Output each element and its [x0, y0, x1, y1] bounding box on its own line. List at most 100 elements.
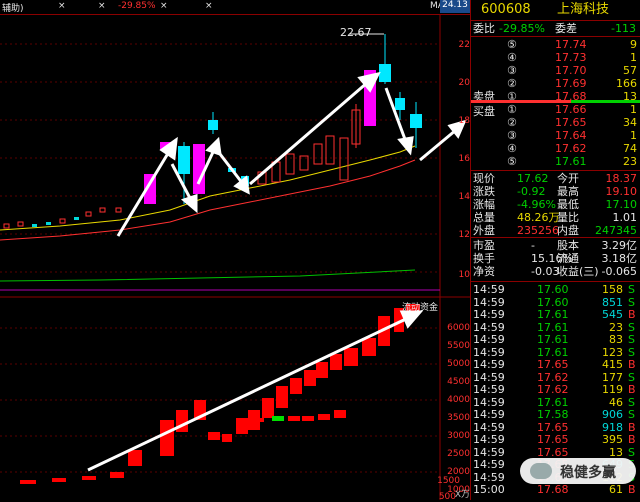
level-volume: 1	[630, 51, 637, 64]
high-price-label: 22.67	[340, 26, 372, 39]
level-price: 17.66	[555, 103, 587, 116]
stat-label: 内盘	[557, 224, 579, 237]
level-price: 17.73	[555, 51, 587, 64]
stat-label: 涨幅	[473, 198, 495, 211]
tick-side: B	[628, 433, 636, 446]
tick-price: 17.65	[537, 420, 569, 434]
tick-side: B	[628, 483, 636, 496]
tick-price: 17.68	[537, 483, 569, 496]
tick-side: B	[628, 358, 636, 371]
tick-row[interactable]: 15:00 17.68 61 B	[471, 483, 640, 496]
buy-level-row[interactable]: ③ 17.64 1	[471, 129, 640, 142]
tick-time: 14:59	[473, 395, 505, 409]
tick-row[interactable]: 14:59 17.61 123 S	[471, 346, 640, 359]
tick-row[interactable]: 14:59 17.65 415 B	[471, 358, 640, 371]
tick-row[interactable]: 14:59 17.61 545 B	[471, 308, 640, 321]
tick-row[interactable]: 14:59 17.60 851 S	[471, 296, 640, 309]
tick-row[interactable]: 14:59 17.61 83 S	[471, 333, 640, 346]
wechat-icon	[530, 463, 552, 479]
weibi-label: 委比	[473, 22, 495, 35]
tick-volume: 46	[609, 395, 623, 409]
stat-row: 涨幅 -4.96% 最低 17.10	[471, 198, 640, 211]
stat-label: 量比	[557, 211, 579, 224]
tick-side: S	[628, 333, 635, 346]
axis-tick: 5000	[447, 359, 470, 369]
axis-unit: X万	[454, 490, 470, 500]
axis-tick: 2500	[447, 449, 470, 459]
stat-value: 18.37	[605, 172, 638, 185]
tick-volume: 119	[602, 383, 623, 396]
tick-row[interactable]: 14:59 17.65 918 B	[471, 421, 640, 434]
current-price-tag: 24.13	[440, 0, 470, 13]
level-price: 17.69	[555, 77, 587, 90]
tick-time: 15:00	[473, 483, 505, 496]
tick-time: 14:59	[473, 383, 505, 396]
level-price: 17.62	[555, 142, 587, 155]
lower-panel-title: 流动资金	[402, 303, 439, 313]
tick-volume: 918	[602, 420, 623, 434]
tick-row[interactable]: 14:59 17.61 23 S	[471, 321, 640, 334]
close-icon[interactable]: ×	[160, 1, 168, 11]
axis-tick: 22	[458, 40, 470, 50]
stat-label: 净资	[473, 265, 495, 278]
axis-tick: 10	[458, 270, 470, 280]
stat-value: -0.065	[601, 265, 637, 278]
level-marker: ⑤	[507, 38, 517, 51]
tick-side: B	[628, 308, 636, 321]
stat-row: 净资 -0.03 收益(三) -0.065	[471, 265, 640, 278]
tick-price: 17.61	[537, 345, 569, 359]
tick-row[interactable]: 14:59 17.58 906 S	[471, 408, 640, 421]
tick-row[interactable]: 14:59 17.62 177 S	[471, 371, 640, 384]
level-volume: 1	[630, 129, 637, 142]
buy-level-row[interactable]: ④ 17.62 74	[471, 142, 640, 155]
axis-tick: 12	[458, 230, 470, 240]
tick-row[interactable]: 14:59 17.60 158 S	[471, 283, 640, 296]
tick-side: S	[628, 295, 635, 309]
tick-side: S	[628, 395, 635, 409]
tick-row[interactable]: 14:59 17.61 46 S	[471, 396, 640, 409]
tick-volume: 395	[602, 433, 623, 446]
tick-price: 17.60	[537, 283, 569, 296]
chart-top-bar: 辅助) × × -29.85% × × MA 24.13	[0, 0, 470, 15]
stock-code: 600608	[481, 2, 531, 17]
stat-label: 流通	[557, 252, 579, 265]
close-icon[interactable]: ×	[58, 1, 66, 11]
buy-level-row[interactable]: ① 17.66 1	[471, 103, 640, 116]
axis-tick: 16	[458, 154, 470, 164]
stat-label: 总量	[473, 211, 495, 224]
tick-volume: 177	[602, 370, 623, 384]
tick-row[interactable]: 14:59 17.62 119 B	[471, 383, 640, 396]
level-volume: 1	[630, 103, 637, 116]
tick-row[interactable]: 14:59 17.65 395 B	[471, 433, 640, 446]
tick-time: 14:59	[473, 358, 505, 371]
level-price: 17.74	[555, 38, 587, 51]
sell-level-row[interactable]: ② 17.69 166	[471, 77, 640, 90]
close-icon[interactable]: ×	[205, 1, 213, 11]
weicha-label: 委差	[555, 22, 577, 35]
close-icon[interactable]: ×	[98, 1, 106, 11]
stat-value: 17.10	[605, 198, 638, 211]
level-marker: ②	[507, 77, 517, 90]
sell-level-row[interactable]: ③ 17.70 57	[471, 64, 640, 77]
tick-row[interactable]: 14:59 17.65 13 S	[471, 446, 640, 459]
stat-label: 今开	[557, 172, 579, 185]
buy-level-row[interactable]: ② 17.65 34	[471, 116, 640, 129]
kline-chart[interactable]: 辅助) × × -29.85% × × MA 24.13 22.67 流动资金 …	[0, 0, 470, 502]
axis-tick: 500	[438, 492, 456, 502]
axis-tick: 3000	[447, 431, 470, 441]
weicha-value: -113	[611, 22, 636, 35]
tick-price: 17.60	[537, 295, 569, 309]
panel-header: 600608 上海科技	[471, 0, 640, 18]
level-volume: 34	[623, 116, 637, 129]
sell-level-row[interactable]: ④ 17.73 1	[471, 51, 640, 64]
change-pct: -29.85%	[118, 1, 156, 11]
tick-price: 17.65	[537, 358, 569, 371]
buy-level-row[interactable]: ⑤ 17.61 23	[471, 155, 640, 168]
tick-side: S	[628, 345, 635, 359]
tick-time: 14:59	[473, 445, 505, 459]
stat-value: -	[531, 239, 535, 252]
stat-row: 涨跌 -0.92 最高 19.10	[471, 185, 640, 198]
stat-label: 最低	[557, 198, 579, 211]
sell-level-row[interactable]: ⑤ 17.74 9	[471, 38, 640, 51]
quote-panel: 600608 上海科技 委比 -29.85% 委差 -113 ⑤ 17.74 9 ④ 1…	[470, 0, 640, 500]
